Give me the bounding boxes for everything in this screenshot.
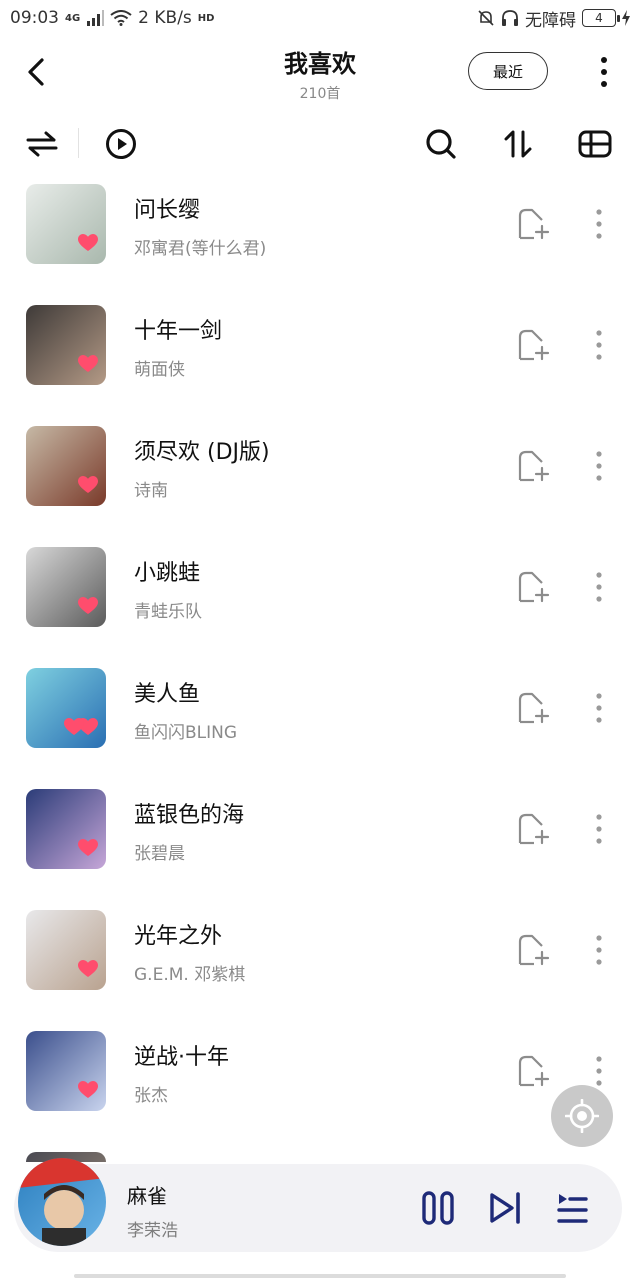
- song-artist: 张碧晨: [134, 844, 185, 864]
- song-row[interactable]: 逆战·十年 张杰: [0, 1029, 640, 1129]
- song-row[interactable]: 小跳蛙 青蛙乐队: [0, 545, 640, 645]
- locate-current-button[interactable]: [551, 1085, 613, 1147]
- add-to-playlist-icon[interactable]: [516, 1053, 550, 1089]
- sort-button[interactable]: [498, 124, 538, 164]
- playlist-queue-icon[interactable]: [554, 1190, 590, 1226]
- next-track-icon[interactable]: [488, 1190, 524, 1226]
- add-to-playlist-icon[interactable]: [516, 327, 550, 363]
- status-time: 09:03: [10, 8, 59, 28]
- song-row[interactable]: 十年一剑 萌面侠: [0, 303, 640, 403]
- wifi-icon: [110, 10, 132, 26]
- charging-icon: [622, 10, 630, 26]
- accessibility-label: 无障碍: [525, 10, 576, 31]
- list-toolbar: [0, 120, 640, 166]
- song-title: 美人鱼: [134, 682, 201, 707]
- song-artist: 鱼闪闪BLING: [134, 723, 238, 743]
- liked-heart-icon: [78, 960, 98, 977]
- mini-player[interactable]: 麻雀 李荣浩: [14, 1158, 622, 1252]
- liked-heart-icon: [78, 839, 98, 856]
- liked-heart-icon: [78, 355, 98, 372]
- album-cover: [26, 668, 106, 748]
- player-album-cover[interactable]: [18, 1158, 106, 1246]
- add-to-playlist-icon[interactable]: [516, 448, 550, 484]
- sort-icon: [504, 130, 532, 158]
- song-title: 逆战·十年: [134, 1045, 229, 1070]
- locate-icon: [565, 1099, 599, 1133]
- liked-heart-icon: [78, 476, 98, 493]
- album-cover: [26, 184, 106, 264]
- song-row[interactable]: 光年之外 G.E.M. 邓紫棋: [0, 908, 640, 1008]
- toolbar-divider: [78, 128, 79, 158]
- more-vertical-icon[interactable]: [588, 932, 610, 968]
- song-artist: 邓寓君(等什么君): [134, 239, 267, 259]
- layout-button[interactable]: [575, 124, 615, 164]
- song-row[interactable]: 须尽欢 (DJ版) 诗南: [0, 424, 640, 524]
- liked-heart-icon: [64, 718, 84, 735]
- status-left: 09:03 4G 2 KB/s HD: [10, 8, 214, 28]
- play-icon: [106, 129, 136, 159]
- play-all-button[interactable]: [101, 124, 141, 164]
- song-title: 问长缨: [134, 198, 201, 223]
- more-vertical-icon[interactable]: [588, 811, 610, 847]
- liked-heart-icon: [78, 234, 98, 251]
- search-icon: [426, 129, 456, 159]
- shuffle-icon: [26, 131, 58, 157]
- status-right: 无障碍 4: [477, 6, 630, 31]
- song-count: 210首: [299, 86, 341, 102]
- album-cover: [26, 305, 106, 385]
- search-button[interactable]: [421, 124, 461, 164]
- add-to-playlist-icon[interactable]: [516, 932, 550, 968]
- add-to-playlist-icon[interactable]: [516, 206, 550, 242]
- song-artist: 诗南: [134, 481, 168, 501]
- album-cover: [26, 910, 106, 990]
- song-title: 蓝银色的海: [134, 803, 245, 828]
- battery-icon: 4: [582, 9, 620, 27]
- player-artist: 李荣浩: [127, 1221, 178, 1241]
- network-speed: 2 KB/s: [138, 8, 192, 28]
- song-artist: G.E.M. 邓紫棋: [134, 965, 246, 985]
- home-indicator: [74, 1274, 566, 1278]
- headphones-icon: [502, 10, 518, 26]
- song-row[interactable]: 问长缨 邓寓君(等什么君): [0, 182, 640, 282]
- song-title: 须尽欢 (DJ版): [134, 440, 270, 465]
- add-to-playlist-icon[interactable]: [516, 569, 550, 605]
- signal-icon: [87, 10, 105, 26]
- song-row[interactable]: 蓝银色的海 张碧晨: [0, 787, 640, 887]
- more-vertical-icon[interactable]: [588, 1053, 610, 1089]
- mute-bell-icon: [478, 10, 494, 26]
- pause-icon[interactable]: [420, 1190, 456, 1226]
- more-vertical-icon[interactable]: [588, 690, 610, 726]
- page-header: 我喜欢 210首 最近: [0, 40, 640, 110]
- player-cover-art: [18, 1158, 106, 1246]
- recent-button[interactable]: 最近: [468, 52, 548, 90]
- album-cover: [26, 547, 106, 627]
- more-vertical-icon[interactable]: [588, 327, 610, 363]
- song-title: 十年一剑: [134, 319, 223, 344]
- album-cover: [26, 789, 106, 869]
- network-type: 4G: [65, 12, 81, 24]
- song-artist: 张杰: [134, 1086, 168, 1106]
- layout-icon: [578, 130, 612, 158]
- liked-heart-icon: [78, 597, 98, 614]
- player-song-title: 麻雀: [127, 1184, 167, 1208]
- song-list[interactable]: 问长缨 邓寓君(等什么君) 十年一剑 萌面侠 须尽欢 (DJ版) 诗南 小跳蛙 …: [0, 182, 640, 1162]
- song-artist: 萌面侠: [134, 360, 185, 380]
- song-title: 小跳蛙: [134, 561, 201, 586]
- add-to-playlist-icon[interactable]: [516, 690, 550, 726]
- more-vertical-icon[interactable]: [588, 569, 610, 605]
- album-cover: [26, 1031, 106, 1111]
- song-title: 光年之外: [134, 924, 223, 949]
- song-row[interactable]: 美人鱼 鱼闪闪BLING: [0, 666, 640, 766]
- hd-indicator: HD: [197, 12, 215, 24]
- more-options-icon[interactable]: [592, 54, 616, 90]
- add-to-playlist-icon[interactable]: [516, 811, 550, 847]
- more-vertical-icon[interactable]: [588, 448, 610, 484]
- status-bar: 09:03 4G 2 KB/s HD 无障碍 4: [0, 0, 640, 36]
- album-cover: [26, 426, 106, 506]
- shuffle-button[interactable]: [22, 124, 62, 164]
- song-artist: 青蛙乐队: [134, 602, 202, 622]
- liked-heart-icon: [78, 1081, 98, 1098]
- more-vertical-icon[interactable]: [588, 206, 610, 242]
